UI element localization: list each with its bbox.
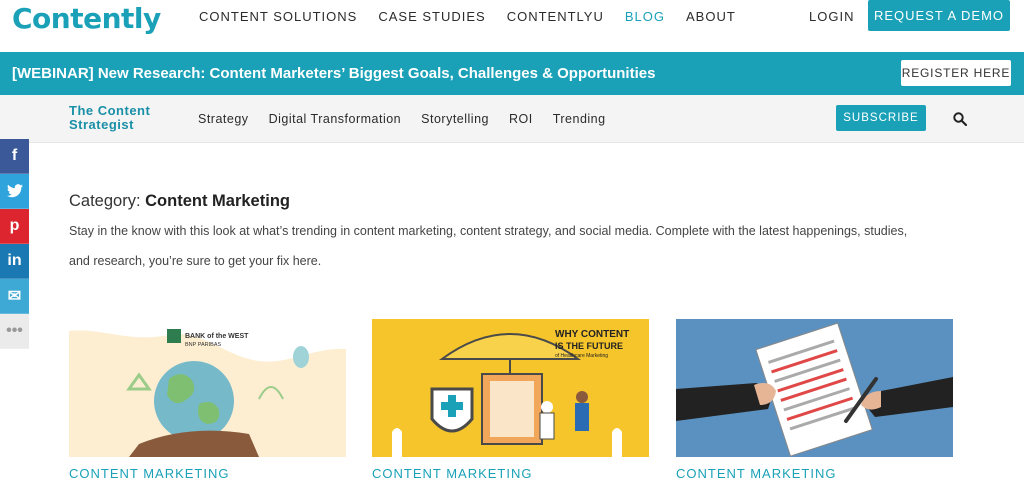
category-prefix: Category:: [69, 192, 141, 210]
svg-text:BANK of the WEST: BANK of the WEST: [185, 333, 249, 340]
subscribe-button[interactable]: SUBSCRIBE: [836, 105, 926, 131]
nav-contentlyu[interactable]: CONTENTLYU: [507, 9, 604, 24]
article-card[interactable]: CONTENT MARKETING: [676, 319, 953, 481]
subnav-strategy[interactable]: Strategy: [198, 112, 249, 126]
article-image-earth[interactable]: BANK of the WEST BNP PARIBAS: [69, 319, 346, 457]
category-title: Category: Content Marketing: [69, 192, 290, 211]
card-category-label[interactable]: CONTENT MARKETING: [69, 466, 346, 481]
svg-text:BNP PARIBAS: BNP PARIBAS: [185, 342, 222, 348]
register-button[interactable]: REGISTER HERE: [901, 60, 1011, 86]
brand-line-1: The Content: [69, 103, 151, 118]
search-icon[interactable]: [953, 112, 967, 126]
brand-line-2: Strategist: [69, 117, 134, 132]
subnav-roi[interactable]: ROI: [509, 112, 533, 126]
webinar-banner: [WEBINAR] New Research: Content Marketer…: [0, 52, 1024, 95]
login-link[interactable]: LOGIN: [809, 9, 854, 24]
nav-blog[interactable]: BLOG: [625, 9, 665, 24]
facebook-icon[interactable]: f: [0, 139, 29, 174]
content-strategist-brand[interactable]: The Content Strategist: [69, 104, 150, 132]
article-card[interactable]: WHY CONTENT IS THE FUTURE of Healthcare …: [372, 319, 649, 481]
subnav-storytelling[interactable]: Storytelling: [421, 112, 489, 126]
pinterest-icon[interactable]: p: [0, 209, 29, 244]
main-nav: CONTENT SOLUTIONS CASE STUDIES CONTENTLY…: [199, 9, 757, 24]
social-share-bar: f p in ✉ •••: [0, 139, 29, 349]
category-description: Stay in the know with this look at what’…: [69, 224, 908, 268]
nav-content-solutions[interactable]: CONTENT SOLUTIONS: [199, 9, 357, 24]
article-card[interactable]: BANK of the WEST BNP PARIBAS CONTENT MAR…: [69, 319, 346, 481]
card-category-label[interactable]: CONTENT MARKETING: [676, 466, 953, 481]
article-image-healthcare[interactable]: WHY CONTENT IS THE FUTURE of Healthcare …: [372, 319, 649, 457]
email-icon[interactable]: ✉: [0, 279, 29, 314]
blog-subnav: The Content Strategist Strategy Digital …: [0, 95, 1024, 143]
request-demo-button[interactable]: REQUEST A DEMO: [868, 0, 1010, 31]
card-category-label[interactable]: CONTENT MARKETING: [372, 466, 649, 481]
subnav-digital-transformation[interactable]: Digital Transformation: [269, 112, 402, 126]
article-image-contract[interactable]: [676, 319, 953, 457]
svg-text:WHY CONTENT: WHY CONTENT: [555, 329, 629, 340]
category-name: Content Marketing: [145, 192, 290, 210]
subnav-links: Strategy Digital Transformation Storytel…: [198, 112, 626, 126]
nav-about[interactable]: ABOUT: [686, 9, 736, 24]
linkedin-icon[interactable]: in: [0, 244, 29, 279]
svg-text:of Healthcare Marketing: of Healthcare Marketing: [555, 353, 608, 359]
more-share-icon[interactable]: •••: [0, 314, 29, 349]
nav-case-studies[interactable]: CASE STUDIES: [378, 9, 485, 24]
contently-logo[interactable]: Contently: [12, 2, 161, 35]
subnav-trending[interactable]: Trending: [553, 112, 606, 126]
svg-text:IS THE FUTURE: IS THE FUTURE: [555, 341, 623, 351]
twitter-icon[interactable]: [0, 174, 29, 209]
banner-text[interactable]: [WEBINAR] New Research: Content Marketer…: [12, 65, 655, 82]
top-navigation: Contently CONTENT SOLUTIONS CASE STUDIES…: [0, 0, 1024, 52]
